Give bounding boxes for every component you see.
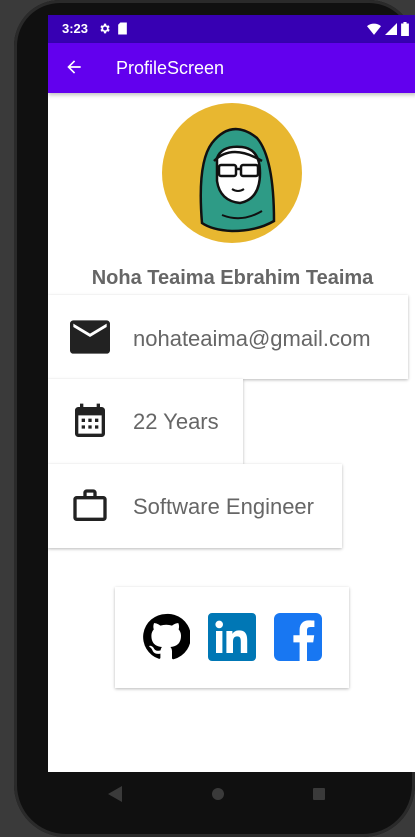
email-icon bbox=[70, 320, 110, 354]
linkedin-icon[interactable] bbox=[208, 613, 256, 661]
app-bar-title: ProfileScreen bbox=[116, 58, 225, 78]
age-card[interactable]: 22 Years bbox=[48, 379, 243, 464]
job-text: Software Engineer bbox=[133, 494, 314, 519]
back-nav-icon[interactable] bbox=[108, 786, 122, 802]
job-card[interactable]: Software Engineer bbox=[48, 464, 342, 548]
age-text: 22 Years bbox=[133, 409, 219, 434]
calendar-icon bbox=[75, 403, 105, 437]
settings-icon bbox=[100, 23, 110, 34]
battery-icon bbox=[401, 22, 409, 36]
recents-nav-icon[interactable] bbox=[312, 787, 326, 801]
facebook-icon[interactable] bbox=[274, 613, 322, 661]
avatar-illustration bbox=[199, 128, 276, 233]
home-nav-icon[interactable] bbox=[211, 787, 225, 801]
app-bar: ProfileScreen bbox=[48, 43, 415, 93]
status-time: 3:23 bbox=[62, 21, 89, 36]
sd-card-icon bbox=[118, 22, 127, 35]
github-icon[interactable] bbox=[142, 613, 190, 661]
app-screen: 3:23 ProfileScreen Noha Teaima Ebrahim T… bbox=[48, 15, 415, 772]
email-text: nohateaima@gmail.com bbox=[133, 326, 371, 351]
social-links-card bbox=[115, 587, 349, 688]
work-icon bbox=[73, 489, 107, 521]
signal-icon bbox=[385, 23, 397, 35]
email-card[interactable]: nohateaima@gmail.com bbox=[48, 295, 408, 379]
phone-frame: 3:23 ProfileScreen Noha Teaima Ebrahim T… bbox=[14, 0, 415, 837]
wifi-icon bbox=[367, 23, 381, 35]
arrow-back-icon[interactable] bbox=[64, 57, 84, 77]
profile-avatar bbox=[162, 103, 302, 243]
profile-name: Noha Teaima Ebrahim Teaima bbox=[91, 267, 374, 289]
status-bar: 3:23 bbox=[48, 15, 415, 43]
